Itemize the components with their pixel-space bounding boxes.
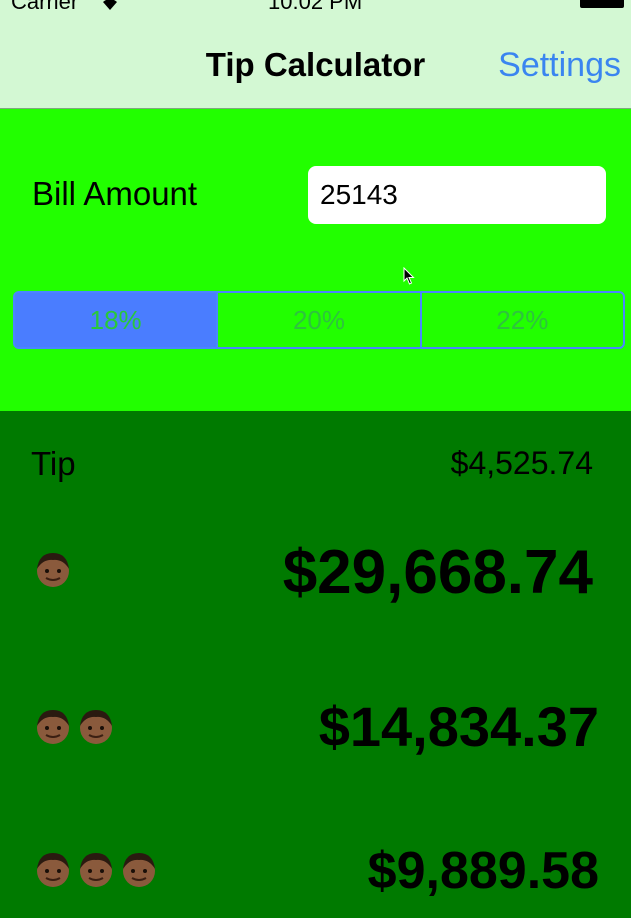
person-emoji-icon (80, 853, 112, 887)
wifi-icon (103, 0, 117, 10)
person-emoji-icon (37, 553, 69, 587)
one-person-row-icons (33, 549, 73, 589)
person-emoji-icon (80, 710, 112, 744)
tip-option-18[interactable]: 18% (15, 293, 219, 347)
three-people-row-icons (33, 849, 159, 889)
tip-option-22[interactable]: 22% (422, 293, 623, 347)
carrier-label: Carrier (11, 0, 79, 14)
two-people-row-icons (33, 706, 116, 746)
bill-input-section: Bill Amount 18% 20% 22% (0, 109, 631, 411)
status-bar: Carrier 10:02 PM (0, 0, 631, 18)
battery-icon (580, 0, 624, 8)
two-people-total: $14,834.37 (318, 695, 599, 758)
tip-percentage-control: 18% 20% 22% (13, 291, 625, 349)
navigation-bar: Tip Calculator Settings (0, 18, 631, 109)
person-emoji-icon (123, 853, 155, 887)
one-person-total: $29,668.74 (282, 538, 593, 607)
settings-button[interactable]: Settings (498, 46, 621, 85)
person-emoji-icon (37, 710, 69, 744)
three-people-total: $9,889.58 (367, 842, 599, 900)
person-emoji-icon (37, 853, 69, 887)
tip-amount: $4,525.74 (450, 445, 593, 481)
bill-amount-label: Bill Amount (32, 175, 198, 212)
mouse-cursor-icon (403, 267, 415, 285)
status-time: 10:02 PM (268, 0, 363, 14)
bill-amount-field[interactable] (308, 166, 606, 224)
app-screen: Carrier 10:02 PM Tip Calculator Settings… (0, 0, 631, 918)
tip-option-20[interactable]: 20% (218, 293, 422, 347)
tip-label: Tip (31, 445, 76, 482)
results-section: Tip $4,525.74 $29,668.74 $14,834.37 $9,8… (0, 411, 631, 918)
